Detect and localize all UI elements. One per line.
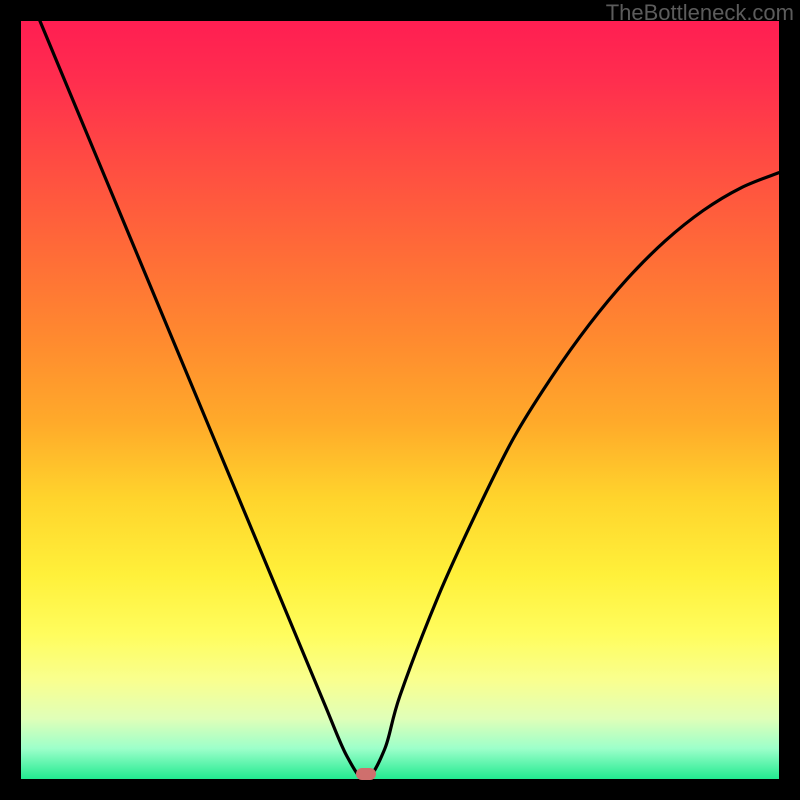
watermark-text: TheBottleneck.com: [606, 0, 794, 26]
optimal-marker: [356, 768, 376, 780]
chart-frame: [17, 17, 783, 783]
plot-area: [21, 21, 779, 779]
bottleneck-curve: [21, 21, 779, 779]
